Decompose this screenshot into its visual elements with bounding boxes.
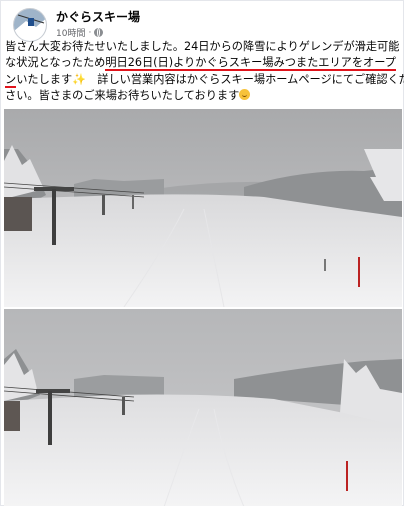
snowy-slope-photo-2 [4, 309, 402, 506]
post-text: 皆さん大変お待たせいたしました。24日からの降雪によりゲレンデが滑走可能 な状況… [5, 39, 404, 105]
underlined-text: ン [5, 72, 17, 88]
text-line-3: ンいたします✨ 詳しい営業内容はかぐらスキー場ホームページにてご確認くだ [5, 72, 404, 88]
post-photo-2[interactable] [4, 309, 402, 506]
text-line-2: な状況となったため明日26日(日)よりかぐらスキー場みつまたエリアをオープ [5, 56, 396, 72]
facebook-post: かぐらスキー場 10時間 · 皆さん大変お待たせいたしました。24日からの降雪に… [0, 0, 404, 506]
underlined-text: 明日26日(日)よりかぐらスキー場みつまたエリアをオープ [105, 56, 396, 72]
text-line-4: さい。皆さまのご来場お待ちいたしております [5, 88, 401, 104]
text-line-1: 皆さん大変お待たせいたしました。24日からの降雪によりゲレンデが滑走可能 [5, 40, 400, 53]
snowy-slope-photo-1 [4, 109, 402, 307]
smiling-face-emoji [239, 89, 251, 101]
post-meta: 10時間 · [56, 26, 104, 39]
ski-lift-logo-icon [14, 9, 46, 41]
post-time[interactable]: 10時間 [56, 26, 85, 39]
globe-icon[interactable] [94, 28, 104, 37]
page-avatar[interactable] [13, 8, 47, 42]
page-name[interactable]: かぐらスキー場 [56, 8, 140, 25]
post-photo-1[interactable] [4, 109, 402, 307]
sparkle-emoji: ✨ [72, 72, 87, 86]
